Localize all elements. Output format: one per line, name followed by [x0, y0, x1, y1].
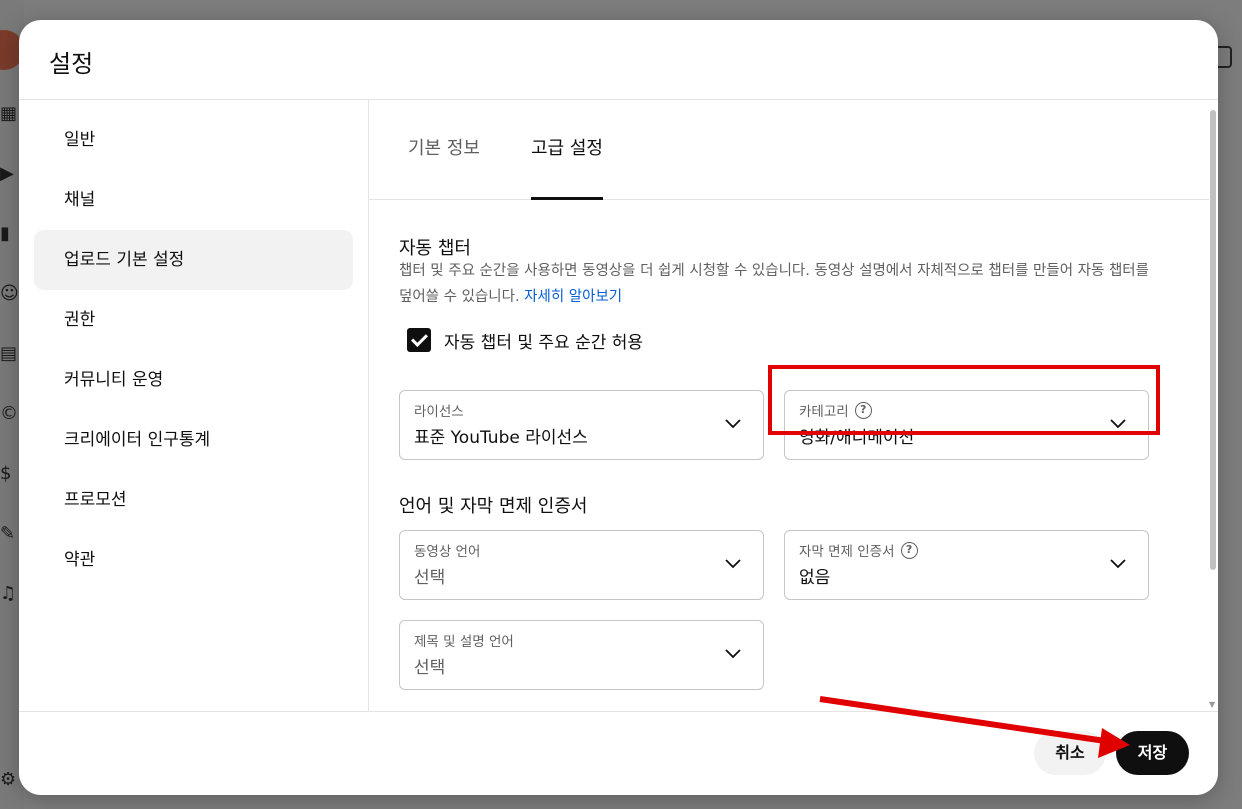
chevron-down-icon: [725, 559, 741, 569]
save-button[interactable]: 저장: [1116, 731, 1189, 775]
tab-bar: 기본 정보 고급 설정: [369, 100, 1209, 200]
learn-more-link[interactable]: 자세히 알아보기: [524, 289, 622, 305]
copyright-icon: ©: [0, 403, 18, 424]
dashboard-icon: ▦: [0, 103, 18, 124]
license-dropdown[interactable]: 라이선스 표준 YouTube 라이선스: [399, 390, 764, 460]
sidebar-item-permissions[interactable]: 권한: [34, 290, 353, 350]
sidebar-item-general[interactable]: 일반: [34, 110, 353, 170]
settings-icon: ⚙: [0, 769, 17, 790]
tab-basic-info[interactable]: 기본 정보: [408, 134, 480, 200]
dialog-header: 설정: [19, 20, 1218, 100]
highlight-box: [768, 365, 1160, 435]
caption-cert-value: 없음: [799, 568, 831, 588]
chevron-down-icon: [1110, 559, 1126, 569]
auto-chapters-desc-text: 챕터 및 주요 순간을 사용하면 동영상을 더 쉽게 시청할 수 있습니다. 동…: [399, 263, 1149, 305]
background-icon: [1216, 46, 1232, 68]
settings-sidebar: 일반 채널 업로드 기본 설정 권한 커뮤니티 운영 크리에이터 인구통계 프로…: [19, 100, 369, 711]
chevron-down-icon: [725, 419, 741, 429]
license-value: 표준 YouTube 라이선스: [414, 428, 588, 448]
help-icon[interactable]: ?: [900, 541, 918, 559]
sidebar-item-upload-defaults[interactable]: 업로드 기본 설정: [34, 230, 353, 290]
sidebar-item-channel[interactable]: 채널: [34, 170, 353, 230]
title-desc-language-value: 선택: [414, 658, 446, 678]
language-section-title: 언어 및 자막 면제 인증서: [399, 496, 588, 517]
customize-icon: ✎: [0, 523, 16, 544]
content-icon: ▶: [0, 163, 14, 184]
sidebar-item-agreements[interactable]: 약관: [34, 530, 353, 590]
sidebar-item-creator-demographics[interactable]: 크리에이터 인구통계: [34, 410, 353, 470]
title-desc-language-label: 제목 및 설명 언어: [414, 634, 514, 650]
sidebar-item-community[interactable]: 커뮤니티 운영: [34, 350, 353, 410]
earn-icon: $: [0, 463, 12, 484]
auto-chapters-description: 챕터 및 주요 순간을 사용하면 동영상을 더 쉽게 시청할 수 있습니다. 동…: [399, 258, 1159, 310]
chevron-down-icon: [725, 649, 741, 659]
video-language-label: 동영상 언어: [414, 544, 481, 560]
tab-advanced-settings[interactable]: 고급 설정: [531, 134, 603, 200]
audio-library-icon: ♫: [0, 583, 17, 604]
community-icon: ☺: [0, 283, 19, 304]
caption-certification-dropdown[interactable]: 자막 면제 인증서 ? 없음: [784, 530, 1149, 600]
scroll-down-arrow-icon[interactable]: ▼: [1209, 700, 1217, 709]
video-language-value: 선택: [414, 568, 446, 588]
auto-chapters-title: 자동 챕터: [399, 238, 471, 259]
dialog-title: 설정: [49, 50, 94, 78]
caption-cert-label: 자막 면제 인증서: [799, 544, 895, 560]
auto-chapters-checkbox-label: 자동 챕터 및 주요 순간 허용: [444, 332, 644, 353]
subtitles-icon: ▤: [0, 343, 18, 364]
license-label: 라이선스: [414, 404, 464, 420]
analytics-icon: ▮: [0, 223, 10, 244]
auto-chapters-checkbox-row: 자동 챕터 및 주요 순간 허용: [407, 328, 644, 353]
sidebar-item-promotions[interactable]: 프로모션: [34, 470, 353, 530]
caption-cert-label-row: 자막 면제 인증서 ?: [799, 540, 918, 560]
scrollbar[interactable]: [1210, 110, 1216, 570]
video-language-dropdown[interactable]: 동영상 언어 선택: [399, 530, 764, 600]
cancel-button[interactable]: 취소: [1034, 731, 1106, 775]
auto-chapters-checkbox[interactable]: [407, 328, 431, 352]
title-description-language-dropdown[interactable]: 제목 및 설명 언어 선택: [399, 620, 764, 690]
dialog-footer: 취소 저장: [19, 711, 1218, 795]
